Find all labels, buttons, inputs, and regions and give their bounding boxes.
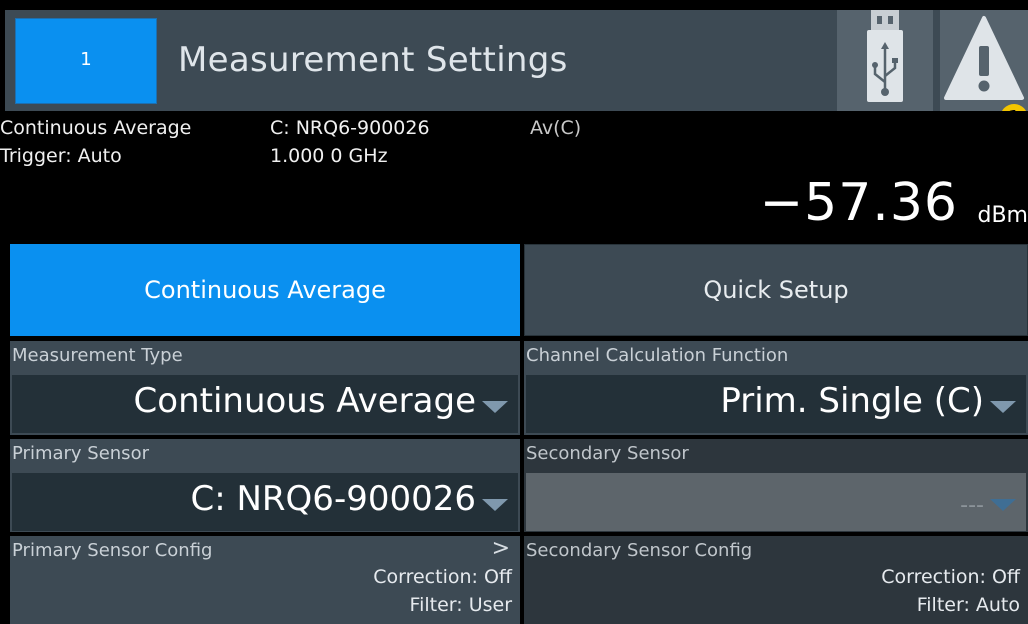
chevron-down-icon xyxy=(990,499,1016,511)
warning-button[interactable]: 1 xyxy=(940,10,1028,132)
warning-icon xyxy=(944,16,1024,100)
primary-config-label: Primary Sensor Config xyxy=(12,540,213,561)
channel-calc-label: Channel Calculation Function xyxy=(526,345,789,366)
measurement-type-panel: Measurement Type Continuous Average xyxy=(10,341,520,435)
tab-quick-setup[interactable]: Quick Setup xyxy=(524,244,1028,336)
app-frame: 1 Measurement Settings Continuous Averag… xyxy=(0,0,1028,624)
secondary-sensor-value: --- xyxy=(960,493,984,518)
tab-label: Continuous Average xyxy=(144,276,386,304)
secondary-sensor-dropdown[interactable]: --- xyxy=(526,473,1026,531)
primary-sensor-value: C: NRQ6-900026 xyxy=(190,479,476,519)
function-label: Av(C) xyxy=(530,117,582,139)
title-bar: 1 Measurement Settings xyxy=(5,10,1028,132)
primary-sensor-dropdown[interactable]: C: NRQ6-900026 xyxy=(12,473,518,531)
measurement-type-value: Continuous Average xyxy=(133,381,476,421)
secondary-sensor-config-button[interactable]: Secondary Sensor Config Correction: Off … xyxy=(524,536,1028,624)
measurement-unit: dBm xyxy=(977,203,1028,228)
tab-continuous-average[interactable]: Continuous Average xyxy=(10,244,520,336)
primary-sensor-config-button[interactable]: Primary Sensor Config > Correction: Off … xyxy=(10,536,520,624)
measurement-type-dropdown[interactable]: Continuous Average xyxy=(12,375,518,433)
trigger-status: Trigger: Auto xyxy=(0,145,122,167)
sensor-name: C: NRQ6-900026 xyxy=(270,117,430,139)
primary-sensor-label: Primary Sensor xyxy=(12,443,149,464)
page-title: Measurement Settings xyxy=(178,40,568,80)
secondary-filter: Filter: Auto xyxy=(916,594,1020,616)
channel-button[interactable]: 1 xyxy=(15,18,157,104)
measurement-type-label: Measurement Type xyxy=(12,345,183,366)
chevron-down-icon xyxy=(482,401,508,413)
chevron-down-icon xyxy=(990,401,1016,413)
chevron-down-icon xyxy=(482,499,508,511)
channel-calc-panel: Channel Calculation Function Prim. Singl… xyxy=(524,341,1028,435)
primary-sensor-panel: Primary Sensor C: NRQ6-900026 xyxy=(10,439,520,532)
secondary-sensor-label: Secondary Sensor xyxy=(526,443,689,464)
secondary-correction: Correction: Off xyxy=(881,566,1020,588)
primary-filter: Filter: User xyxy=(409,594,512,616)
usb-status-button[interactable] xyxy=(837,10,933,111)
channel-label: 1 xyxy=(80,49,92,70)
chevron-right-icon: > xyxy=(491,536,510,561)
measurement-mode: Continuous Average xyxy=(0,117,192,139)
secondary-config-label: Secondary Sensor Config xyxy=(526,540,753,561)
usb-icon xyxy=(867,10,903,102)
secondary-sensor-panel: Secondary Sensor --- xyxy=(524,439,1028,532)
channel-calc-value: Prim. Single (C) xyxy=(720,381,984,421)
primary-correction: Correction: Off xyxy=(373,566,512,588)
tab-label: Quick Setup xyxy=(703,276,849,304)
channel-calc-dropdown[interactable]: Prim. Single (C) xyxy=(526,375,1026,433)
measurement-display[interactable]: Continuous Average C: NRQ6-900026 Av(C) … xyxy=(0,111,1028,241)
measurement-value: −57.36 xyxy=(759,173,958,233)
frequency: 1.000 0 GHz xyxy=(270,145,388,167)
